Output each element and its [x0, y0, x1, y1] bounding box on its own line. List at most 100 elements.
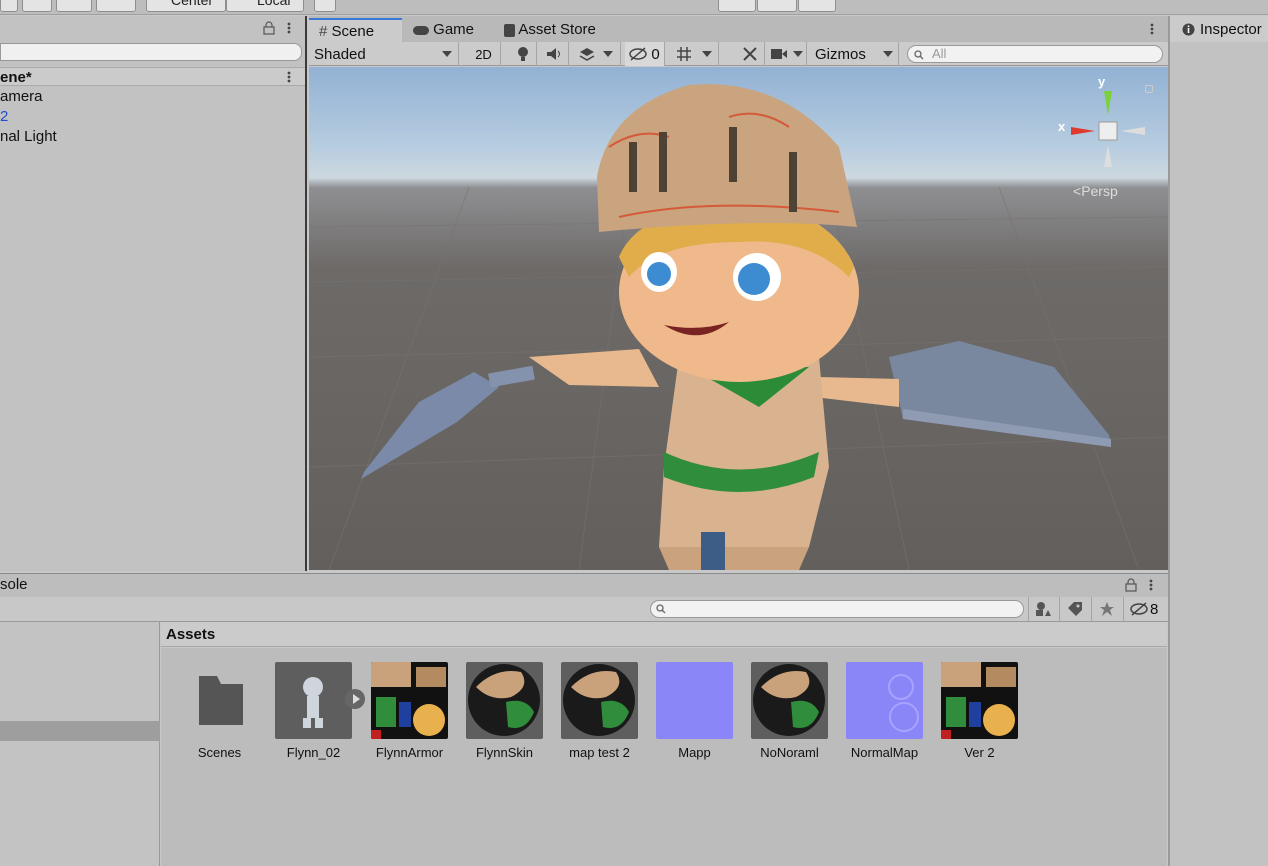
- camera-icon: [770, 49, 787, 59]
- pivot-local-label: Local: [257, 0, 291, 8]
- lighting-toggle[interactable]: [509, 42, 537, 66]
- pivot-center-button[interactable]: Center: [146, 0, 226, 12]
- more-menu-icon[interactable]: [284, 21, 294, 35]
- filter-type-button[interactable]: [1028, 597, 1058, 621]
- grid-icon: #: [319, 23, 328, 40]
- search-placeholder: All: [932, 46, 947, 61]
- asset-item[interactable]: Scenes: [172, 662, 267, 760]
- asset-label: FlynnSkin: [475, 745, 534, 760]
- asset-item[interactable]: NoNoraml: [742, 662, 837, 760]
- material-sphere-icon: [561, 662, 638, 739]
- asset-label: map test 2: [569, 745, 630, 760]
- speaker-icon: [546, 48, 560, 60]
- asset-label: Ver 2: [964, 745, 995, 760]
- more-menu-icon[interactable]: [1147, 22, 1157, 36]
- asset-label: NoNoraml: [760, 745, 819, 760]
- grid-toggle[interactable]: [669, 42, 719, 66]
- tab-scene[interactable]: # Scene: [309, 18, 402, 42]
- toggle-2d-button[interactable]: 2D: [467, 42, 501, 66]
- toggle-2d-label: 2D: [475, 46, 492, 62]
- lock-icon[interactable]: [1124, 578, 1138, 592]
- chevron-down-icon: [701, 51, 712, 57]
- scene-viewport[interactable]: y x <Persp: [309, 67, 1168, 570]
- lock-icon[interactable]: [262, 21, 276, 35]
- bottom-tab-bar: sole: [0, 573, 1168, 597]
- model-icon: [275, 662, 352, 739]
- asset-item[interactable]: map test 2: [552, 662, 647, 760]
- normal-map-icon: [846, 662, 923, 739]
- tab-label: Game: [433, 21, 475, 38]
- main-toolbar: Center Local: [0, 0, 1268, 15]
- eye-slash-icon: [629, 47, 648, 61]
- hidden-count: 0: [651, 45, 660, 63]
- hierarchy-item-prefab[interactable]: 2: [0, 108, 8, 125]
- shapes-icon: [1036, 602, 1051, 616]
- scene-menu-icon[interactable]: [284, 70, 294, 84]
- project-folder-tree: [0, 622, 160, 866]
- asset-label: Mapp: [678, 745, 711, 760]
- custom-tool-button[interactable]: [96, 0, 136, 12]
- camera-button[interactable]: [767, 42, 807, 66]
- tools-button[interactable]: [735, 42, 765, 66]
- assets-breadcrumb: Assets: [161, 622, 1167, 647]
- filter-label-button[interactable]: [1059, 597, 1090, 621]
- snap-button[interactable]: [314, 0, 336, 12]
- hierarchy-search-input[interactable]: [0, 43, 302, 61]
- rect-tool-button[interactable]: [0, 0, 18, 12]
- tab-label: Asset Store: [518, 21, 596, 38]
- tab-asset-store[interactable]: Asset Store: [494, 18, 606, 42]
- asset-item[interactable]: FlynnArmor: [362, 662, 457, 760]
- asset-item[interactable]: Flynn_02: [266, 662, 365, 760]
- scene-search-input[interactable]: All: [907, 45, 1163, 63]
- texture-icon: [941, 662, 1018, 739]
- asset-item[interactable]: Ver 2: [932, 662, 1027, 760]
- info-icon: [1182, 23, 1195, 36]
- tab-label: Scene: [331, 23, 375, 40]
- gamepad-icon: [413, 25, 429, 35]
- hidden-packages-toggle[interactable]: 8: [1123, 597, 1168, 621]
- search-icon: [914, 50, 924, 60]
- texture-icon: [371, 662, 448, 739]
- inspector-title: Inspector: [1200, 21, 1262, 38]
- tab-inspector[interactable]: Inspector: [1170, 16, 1268, 42]
- chevron-down-icon: [792, 51, 803, 57]
- hierarchy-panel: ene* amera 2 nal Light: [0, 16, 307, 571]
- pivot-center-label: Center: [171, 0, 214, 8]
- project-search-input[interactable]: [650, 600, 1024, 618]
- tab-game[interactable]: Game: [403, 18, 484, 42]
- more-menu-icon[interactable]: [1146, 578, 1156, 592]
- step-button[interactable]: [798, 0, 836, 12]
- rotate-tool-button[interactable]: [56, 0, 92, 12]
- gizmos-label: Gizmos: [815, 45, 866, 63]
- projection-label[interactable]: <Persp: [1073, 183, 1118, 199]
- scene-row[interactable]: ene*: [0, 67, 305, 86]
- asset-item[interactable]: Mapp: [647, 662, 742, 760]
- orientation-gizmo[interactable]: y x <Persp: [1057, 74, 1157, 207]
- lightbulb-icon: [517, 47, 528, 61]
- asset-item[interactable]: FlynnSkin: [457, 662, 552, 760]
- transform-tool-button[interactable]: [22, 0, 52, 12]
- effects-toggle[interactable]: [571, 42, 621, 66]
- chevron-down-icon: [602, 51, 613, 57]
- folder-icon: [181, 662, 258, 739]
- hidden-objects-toggle[interactable]: 0: [625, 42, 665, 66]
- audio-toggle[interactable]: [539, 42, 569, 66]
- tab-console[interactable]: sole: [0, 576, 28, 593]
- asset-item[interactable]: NormalMap: [837, 662, 932, 760]
- asset-label: NormalMap: [850, 745, 919, 760]
- gizmo-lock-icon[interactable]: [1145, 85, 1153, 93]
- shading-mode-dropdown[interactable]: Shaded: [309, 42, 459, 66]
- inspector-panel: Inspector: [1168, 16, 1268, 866]
- hidden-packages-count: 8: [1150, 600, 1159, 618]
- scene-toolbar: Shaded 2D 0 Gizmos All: [309, 42, 1168, 66]
- hierarchy-item-light[interactable]: nal Light: [0, 128, 57, 145]
- selected-folder-row[interactable]: [0, 721, 160, 741]
- hierarchy-item-camera[interactable]: amera: [0, 88, 43, 105]
- favorites-button[interactable]: [1091, 597, 1122, 621]
- pause-button[interactable]: [757, 0, 797, 12]
- chevron-down-icon: [883, 51, 893, 57]
- pivot-local-button[interactable]: Local: [226, 0, 304, 12]
- asset-label: FlynnArmor: [375, 745, 444, 760]
- play-button[interactable]: [718, 0, 756, 12]
- gizmos-dropdown[interactable]: Gizmos: [811, 42, 899, 66]
